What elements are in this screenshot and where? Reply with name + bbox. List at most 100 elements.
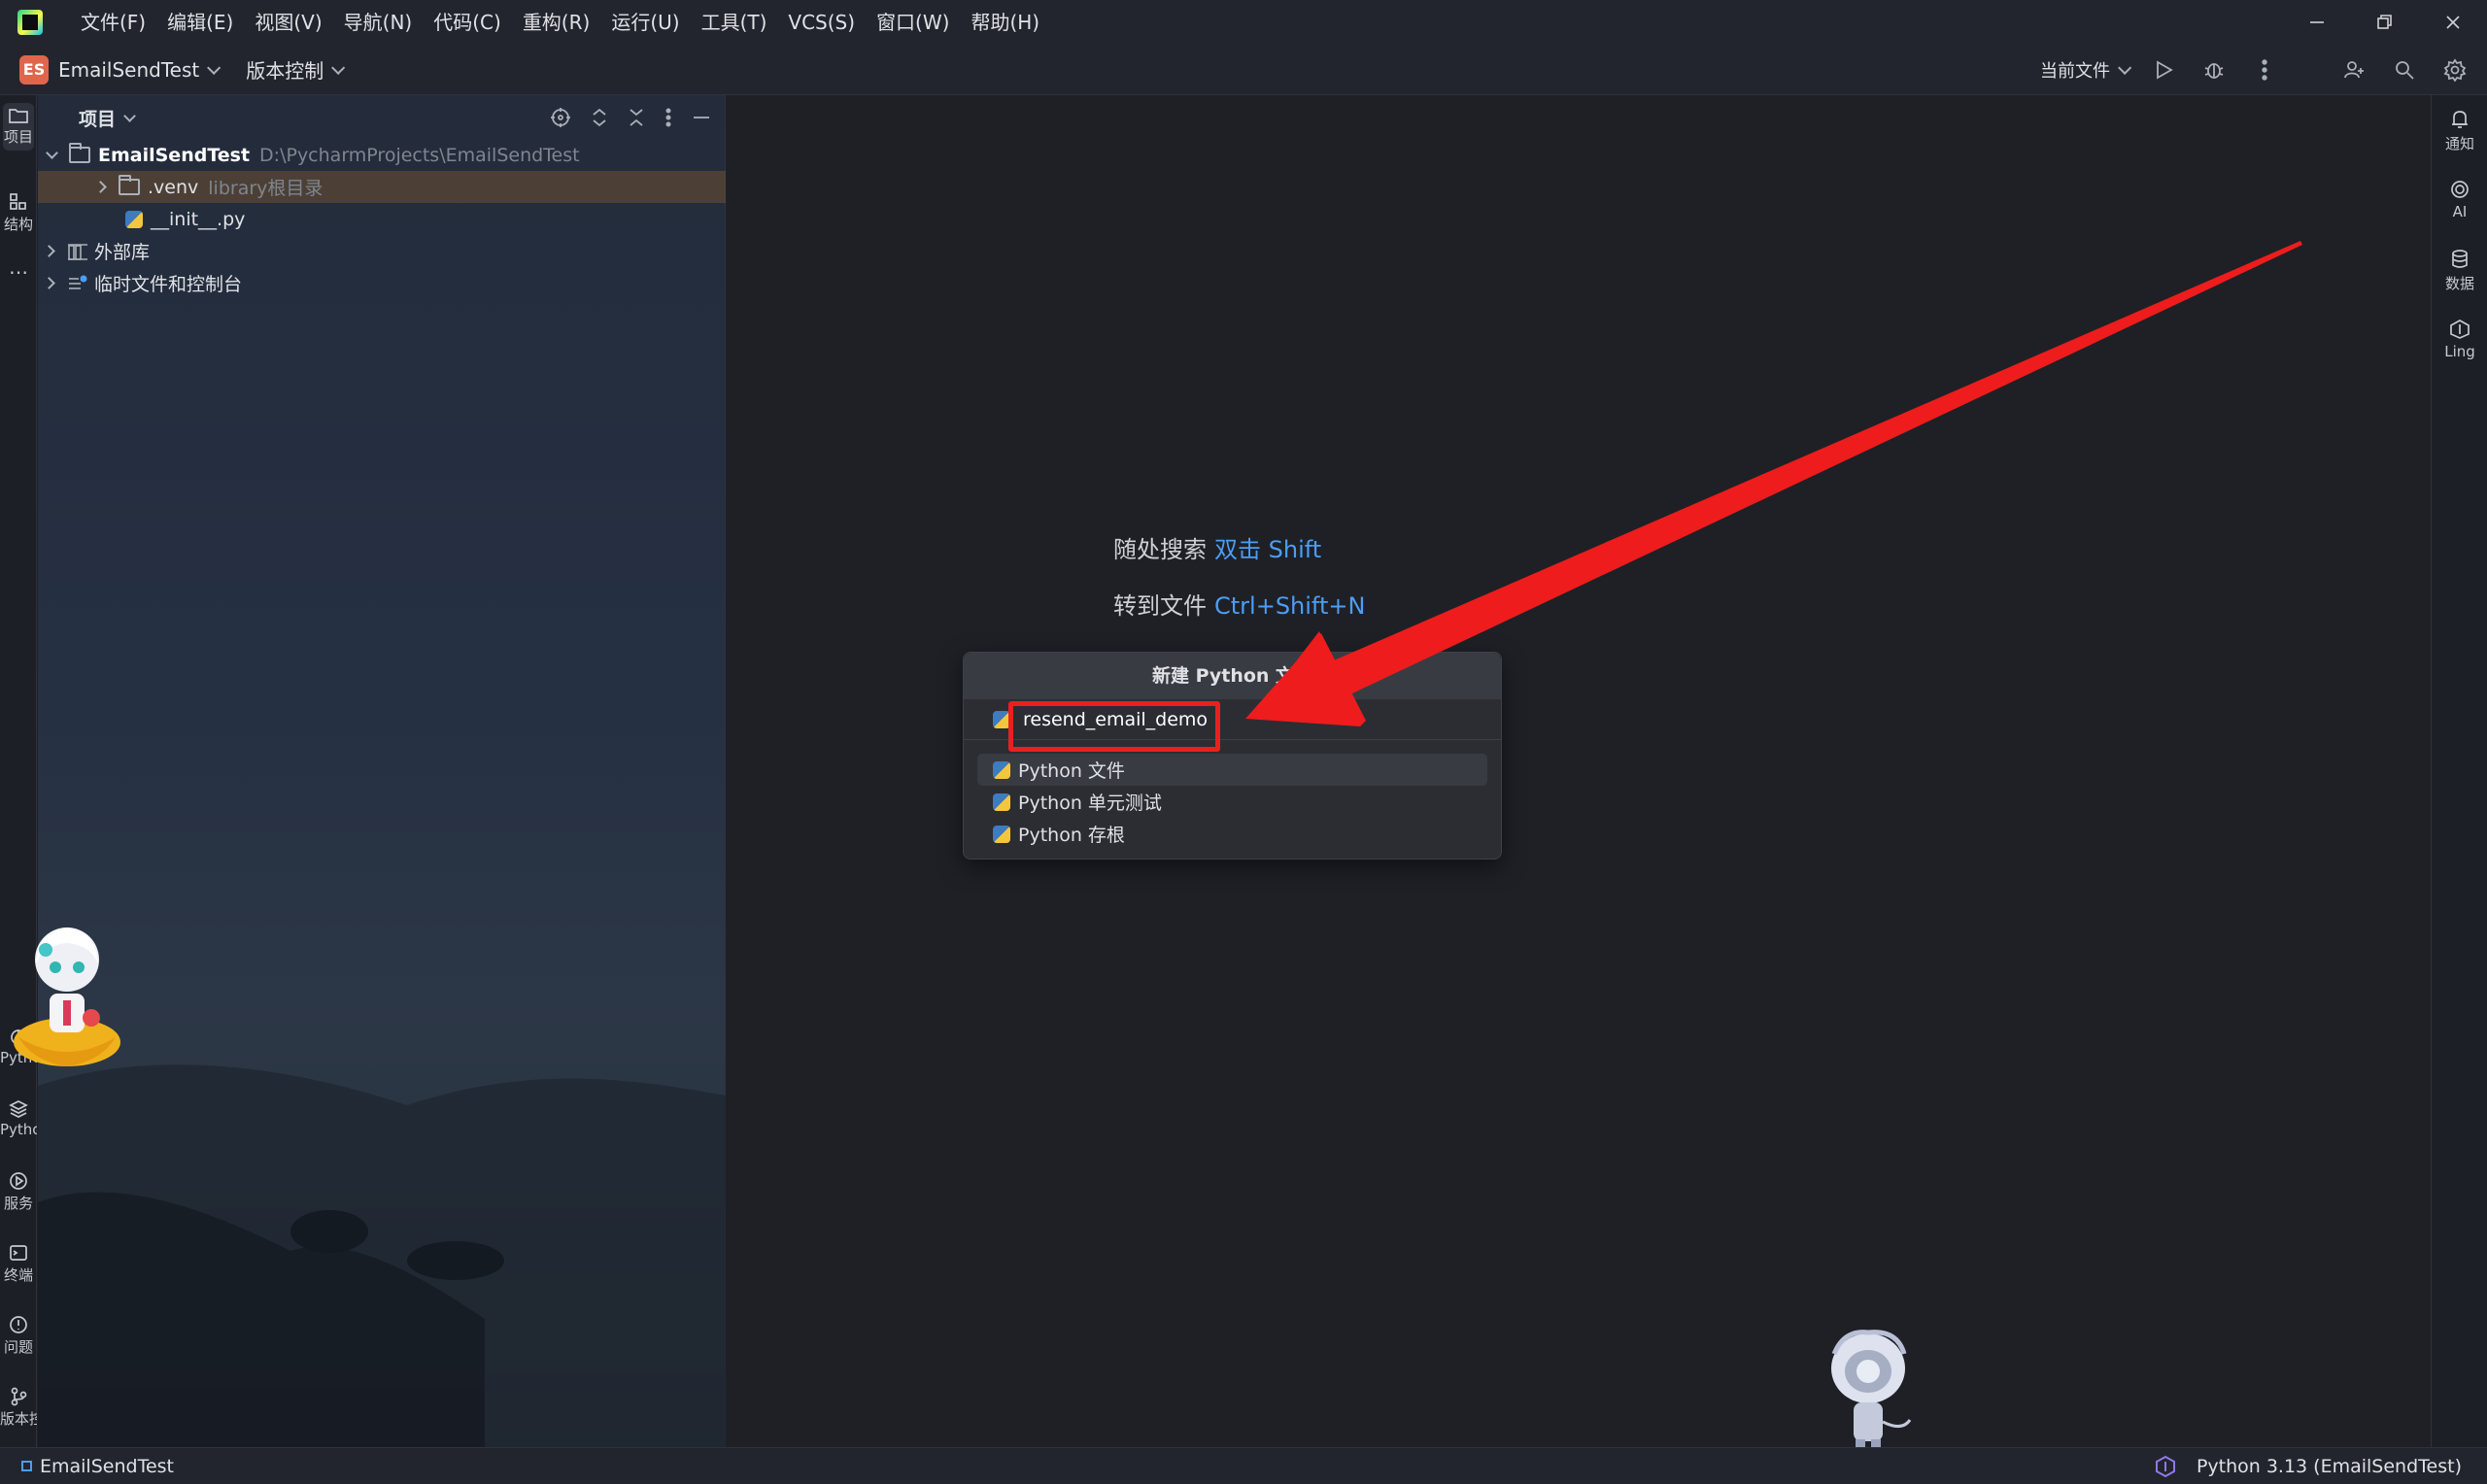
search-everywhere-button[interactable] (2390, 55, 2419, 84)
project-badge: ES (19, 54, 49, 84)
menu-tools[interactable]: 工具(T) (691, 0, 778, 45)
tool-problems-button[interactable]: 问题 (0, 1315, 37, 1357)
tool-more-button[interactable]: ⋯ (0, 260, 37, 284)
project-square-icon (21, 1461, 32, 1471)
python-interpreter[interactable]: Python 3.13 (EmailSendTest) (2197, 1456, 2462, 1477)
restore-button[interactable] (2351, 0, 2419, 45)
tool-services-button[interactable]: 服务 (0, 1171, 37, 1213)
status-bar: EmailSendTest Python 3.13 (EmailSendTest… (0, 1447, 2487, 1484)
tool-terminal-label: 终端 (3, 1266, 33, 1284)
chevron-right-icon[interactable] (43, 277, 55, 289)
gear-icon (2443, 57, 2467, 82)
structure-icon (10, 193, 26, 210)
run-button[interactable] (2149, 55, 2178, 84)
menu-help[interactable]: 帮助(H) (960, 0, 1050, 45)
menu-vcs[interactable]: VCS(S) (777, 0, 866, 45)
project-panel-title[interactable]: 项目 (79, 105, 116, 131)
project-panel-actions (550, 107, 711, 128)
menu-run[interactable]: 运行(U) (600, 0, 690, 45)
title-bar: 文件(F) 编辑(E) 视图(V) 导航(N) 代码(C) 重构(R) 运行(U… (0, 0, 2487, 45)
menu-window[interactable]: 窗口(W) (866, 0, 960, 45)
collapse-all-icon[interactable] (628, 107, 645, 128)
ai-assistant-button[interactable]: AI (2432, 179, 2487, 220)
vcs-label: 版本控制 (246, 59, 324, 83)
layers-icon (9, 1100, 28, 1118)
expand-all-icon[interactable] (591, 107, 608, 128)
tree-row-venv[interactable]: .venv library根目录 (38, 171, 726, 203)
more-actions-button[interactable] (2250, 55, 2279, 84)
folder-icon (69, 143, 90, 163)
menu-refactor[interactable]: 重构(R) (512, 0, 601, 45)
debug-button[interactable] (2199, 55, 2229, 84)
file-type-option-label: Python 存根 (1018, 825, 1125, 846)
popup-input-row (964, 699, 1501, 740)
notifications-button[interactable]: 通知 (2432, 109, 2487, 153)
tool-structure-button[interactable]: 结构 (0, 192, 37, 234)
search-everywhere-shortcut[interactable]: 双击 Shift (1214, 536, 1321, 563)
minimize-panel-icon[interactable] (692, 107, 711, 128)
window-controls (2283, 0, 2487, 45)
tree-row-scratches[interactable]: 临时文件和控制台 (38, 267, 726, 299)
goto-file-label: 转到文件 (1113, 592, 1207, 620)
menu-edit[interactable]: 编辑(E) (156, 0, 244, 45)
debug-bug-icon (2204, 62, 2224, 79)
chevron-down-icon (2118, 60, 2132, 75)
file-type-option-label: Python 文件 (1018, 760, 1125, 782)
add-user-button[interactable] (2339, 55, 2368, 84)
close-button[interactable] (2419, 0, 2487, 45)
file-type-option-stub[interactable]: Python 存根 (977, 818, 1487, 850)
new-python-file-popup: 新建 Python 文件 Python 文件 Python 单元测试 Pytho… (963, 652, 1502, 860)
ai-spiral-icon (2451, 181, 2469, 198)
search-everywhere-hint: 随处搜索 双击 Shift (1113, 530, 1321, 564)
menu-navigate[interactable]: 导航(N) (333, 0, 424, 45)
status-project-name[interactable]: EmailSendTest (40, 1456, 174, 1477)
more-vertical-icon[interactable] (664, 107, 672, 128)
tool-python-packages-label: Pytho (0, 1121, 37, 1138)
menu-code[interactable]: 代码(C) (423, 0, 512, 45)
python-file-icon (125, 210, 143, 228)
file-name-input[interactable] (1018, 702, 1212, 736)
database-icon (2452, 250, 2468, 268)
goto-file-shortcut[interactable]: Ctrl+Shift+N (1214, 592, 1365, 620)
minimize-icon (2310, 21, 2324, 23)
lingma-icon (2450, 320, 2470, 339)
settings-button[interactable] (2440, 55, 2470, 84)
tree-row-external-libraries[interactable]: 外部库 (38, 235, 726, 267)
chevron-down-icon[interactable] (46, 146, 58, 159)
database-button[interactable]: 数据 (2432, 249, 2487, 293)
bell-icon (2452, 111, 2468, 128)
file-type-option-python-file[interactable]: Python 文件 (977, 754, 1487, 786)
tool-python-packages-button[interactable]: Pytho (0, 1099, 37, 1138)
menu-view[interactable]: 视图(V) (244, 0, 332, 45)
tool-terminal-button[interactable]: 终端 (0, 1243, 37, 1285)
file-type-list: Python 文件 Python 单元测试 Python 存根 (977, 754, 1487, 850)
ai-label: AI (2452, 203, 2468, 220)
right-tool-stripe: 通知 AI 数据 Ling (2431, 95, 2487, 1447)
file-type-option-unit-test[interactable]: Python 单元测试 (977, 786, 1487, 818)
chevron-down-icon[interactable] (123, 109, 136, 122)
lingma-status-icon[interactable] (2154, 1455, 2177, 1478)
minimize-button[interactable] (2283, 0, 2351, 45)
chevron-right-icon[interactable] (94, 181, 107, 193)
tree-row-init-file[interactable]: __init__.py (38, 203, 726, 235)
pycharm-logo-icon (17, 10, 43, 35)
tool-project-button[interactable]: 项目 (3, 103, 34, 151)
scratches-label: 临时文件和控制台 (94, 274, 243, 295)
project-selector[interactable]: EmailSendTest (58, 57, 221, 82)
python-file-icon (993, 760, 1010, 779)
chevron-down-icon (331, 60, 346, 75)
add-user-icon (2344, 60, 2364, 78)
menu-file[interactable]: 文件(F) (70, 0, 156, 45)
folder-icon (9, 109, 28, 123)
lingma-button[interactable]: Ling (2432, 319, 2487, 360)
locate-crosshair-icon[interactable] (550, 107, 571, 128)
tool-vcs-button[interactable]: 版本控 (0, 1387, 37, 1429)
chevron-right-icon[interactable] (43, 245, 55, 257)
search-everywhere-label: 随处搜索 (1113, 536, 1207, 563)
project-name: EmailSendTest (58, 57, 200, 82)
left-tool-stripe: 项目 结构 ⋯ Pytho Pytho 服务 终端 问题 版本控 (0, 95, 37, 1447)
init-file-name: __init__.py (151, 208, 246, 230)
tree-row-project-root[interactable]: EmailSendTest D:\PycharmProjects\EmailSe… (38, 139, 726, 171)
run-config-selector[interactable]: 当前文件 (2040, 57, 2132, 83)
vcs-selector[interactable]: 版本控制 (246, 55, 346, 84)
